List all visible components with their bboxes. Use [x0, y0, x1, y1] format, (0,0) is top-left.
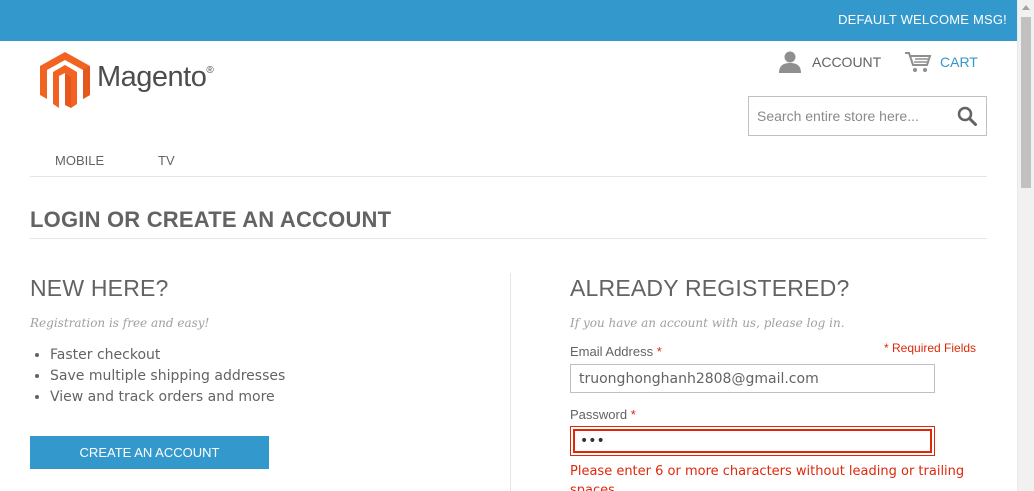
- cart-label: CART: [940, 54, 978, 70]
- create-account-button[interactable]: CREATE AN ACCOUNT: [30, 436, 269, 469]
- nav-item-mobile[interactable]: MOBILE: [55, 153, 104, 168]
- required-marker: *: [630, 407, 636, 422]
- new-customer-subtitle: Registration is free and easy!: [30, 316, 210, 330]
- person-icon: [779, 51, 801, 73]
- benefits-list: Faster checkout Save multiple shipping a…: [50, 345, 285, 408]
- list-item: Faster checkout: [50, 345, 285, 366]
- password-field-wrapper: [570, 426, 935, 456]
- magento-logo-icon: [40, 52, 90, 108]
- new-customer-title: NEW HERE?: [30, 275, 169, 301]
- nav-item-tv[interactable]: TV: [158, 153, 175, 168]
- cart-link[interactable]: CART: [904, 51, 978, 73]
- page-title: LOGIN OR CREATE AN ACCOUNT: [30, 207, 392, 232]
- cart-icon: [905, 52, 932, 72]
- top-bar: DEFAULT WELCOME MSG!: [0, 0, 1017, 41]
- email-field[interactable]: [570, 364, 935, 393]
- login-title: ALREADY REGISTERED?: [570, 275, 850, 301]
- password-error-message: Please enter 6 or more characters withou…: [570, 464, 965, 491]
- password-field[interactable]: [573, 429, 932, 453]
- account-label: ACCOUNT: [812, 54, 882, 70]
- list-item: Save multiple shipping addresses: [50, 366, 285, 387]
- logo-wordmark: Magento®: [97, 61, 214, 93]
- required-marker: *: [656, 344, 662, 359]
- account-link[interactable]: ACCOUNT: [778, 51, 881, 73]
- scroll-up-arrow-icon[interactable]: [1022, 5, 1030, 10]
- email-label: Email Address *: [570, 344, 662, 359]
- welcome-message: DEFAULT WELCOME MSG!: [838, 12, 1007, 27]
- main-nav: MOBILE TV: [30, 152, 987, 177]
- login-subtitle: If you have an account with us, please l…: [570, 316, 845, 330]
- list-item: View and track orders and more: [50, 387, 285, 408]
- password-label: Password *: [570, 407, 636, 422]
- page-title-bar: LOGIN OR CREATE AN ACCOUNT: [30, 207, 987, 239]
- search-box: [748, 96, 987, 136]
- required-fields-note: * Required Fields: [884, 341, 977, 355]
- search-input[interactable]: [757, 106, 947, 126]
- scroll-thumb[interactable]: [1021, 17, 1031, 188]
- page-scrollbar[interactable]: [1017, 0, 1034, 491]
- search-icon[interactable]: [957, 106, 977, 126]
- magento-logo[interactable]: Magento®: [39, 51, 239, 109]
- column-divider: [510, 273, 511, 491]
